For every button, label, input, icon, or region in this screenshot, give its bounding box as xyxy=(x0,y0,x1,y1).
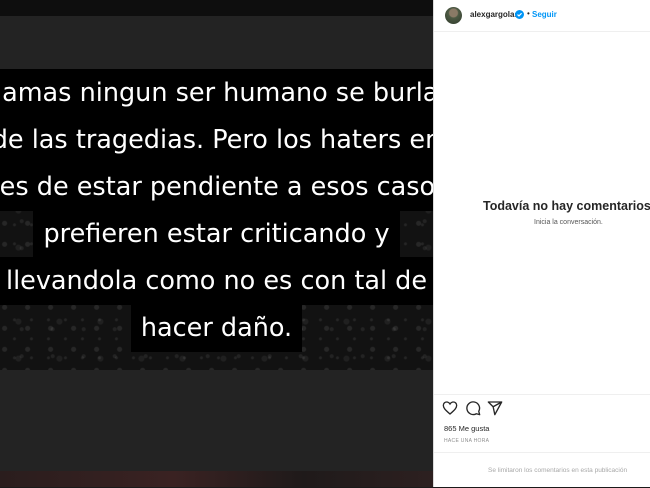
separator-dot: • xyxy=(527,9,530,18)
heart-icon[interactable] xyxy=(442,400,458,416)
no-comments-title: Todavía no hay comentarios xyxy=(483,199,650,213)
post-header: alexgargolas • Seguir xyxy=(434,0,650,32)
quote-line: de las tragedias. Pero los haters en xyxy=(0,116,433,164)
media-top-strip xyxy=(0,0,433,16)
username-link[interactable]: alexgargolas xyxy=(470,10,519,19)
quote-line: ves de estar pendiente a esos casos xyxy=(0,163,433,211)
verified-badge-icon xyxy=(515,10,524,19)
post-side-panel: alexgargolas • Seguir Todavía no hay com… xyxy=(433,0,650,487)
quote-line: prefieren estar criticando y xyxy=(33,210,400,258)
avatar[interactable] xyxy=(445,7,462,24)
quote-line: hacer daño. xyxy=(130,304,303,352)
share-icon[interactable] xyxy=(487,400,503,416)
post-media: Jamas ningun ser humano se burla de las … xyxy=(0,0,433,487)
quote-text: Jamas ningun ser humano se burla de las … xyxy=(0,69,433,352)
no-comments-subtitle: Inicia la conversación. xyxy=(534,219,603,226)
likes-count[interactable]: 865 Me gusta xyxy=(444,424,489,433)
follow-button[interactable]: Seguir xyxy=(532,10,557,19)
actions-divider xyxy=(434,394,650,395)
comments-limited-notice: Se limitaron los comentarios en esta pub… xyxy=(488,467,628,474)
media-bottom-strip xyxy=(0,471,433,487)
quote-line: Jamas ningun ser humano se burla xyxy=(0,69,433,117)
comment-icon[interactable] xyxy=(465,400,481,416)
post-timestamp[interactable]: HACE UNA HORA xyxy=(444,438,489,444)
quote-line: llevandola como no es con tal de xyxy=(0,257,433,305)
